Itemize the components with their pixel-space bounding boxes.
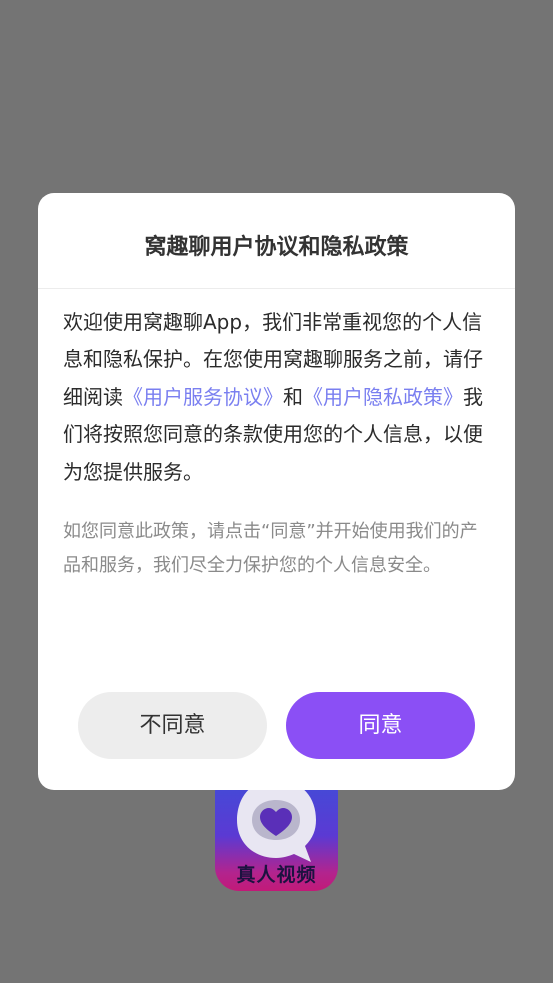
body-conjunction: 和 <box>283 384 303 409</box>
user-privacy-policy-link[interactable]: 《用户隐私政策》 <box>303 385 463 409</box>
dialog-title: 窝趣聊用户协议和隐私政策 <box>144 235 409 260</box>
dialog-body: 欢迎使用窝趣聊App，我们非常重视您的个人信息和隐私保护。在您使用窝趣聊服务之前… <box>63 304 483 491</box>
agree-button[interactable]: 同意 <box>286 692 475 759</box>
privacy-dialog: 窝趣聊用户协议和隐私政策 欢迎使用窝趣聊App，我们非常重视您的个人信息和隐私保… <box>38 193 515 790</box>
title-divider <box>38 288 515 289</box>
disagree-button[interactable]: 不同意 <box>78 692 267 759</box>
user-service-agreement-link[interactable]: 《用户服务协议》 <box>123 385 283 409</box>
app-icon-label: 真人视频 <box>236 864 317 886</box>
dialog-hint: 如您同意此政策，请点击“同意”并开始使用我们的产品和服务，我们尽全力保护您的个人… <box>63 521 478 576</box>
